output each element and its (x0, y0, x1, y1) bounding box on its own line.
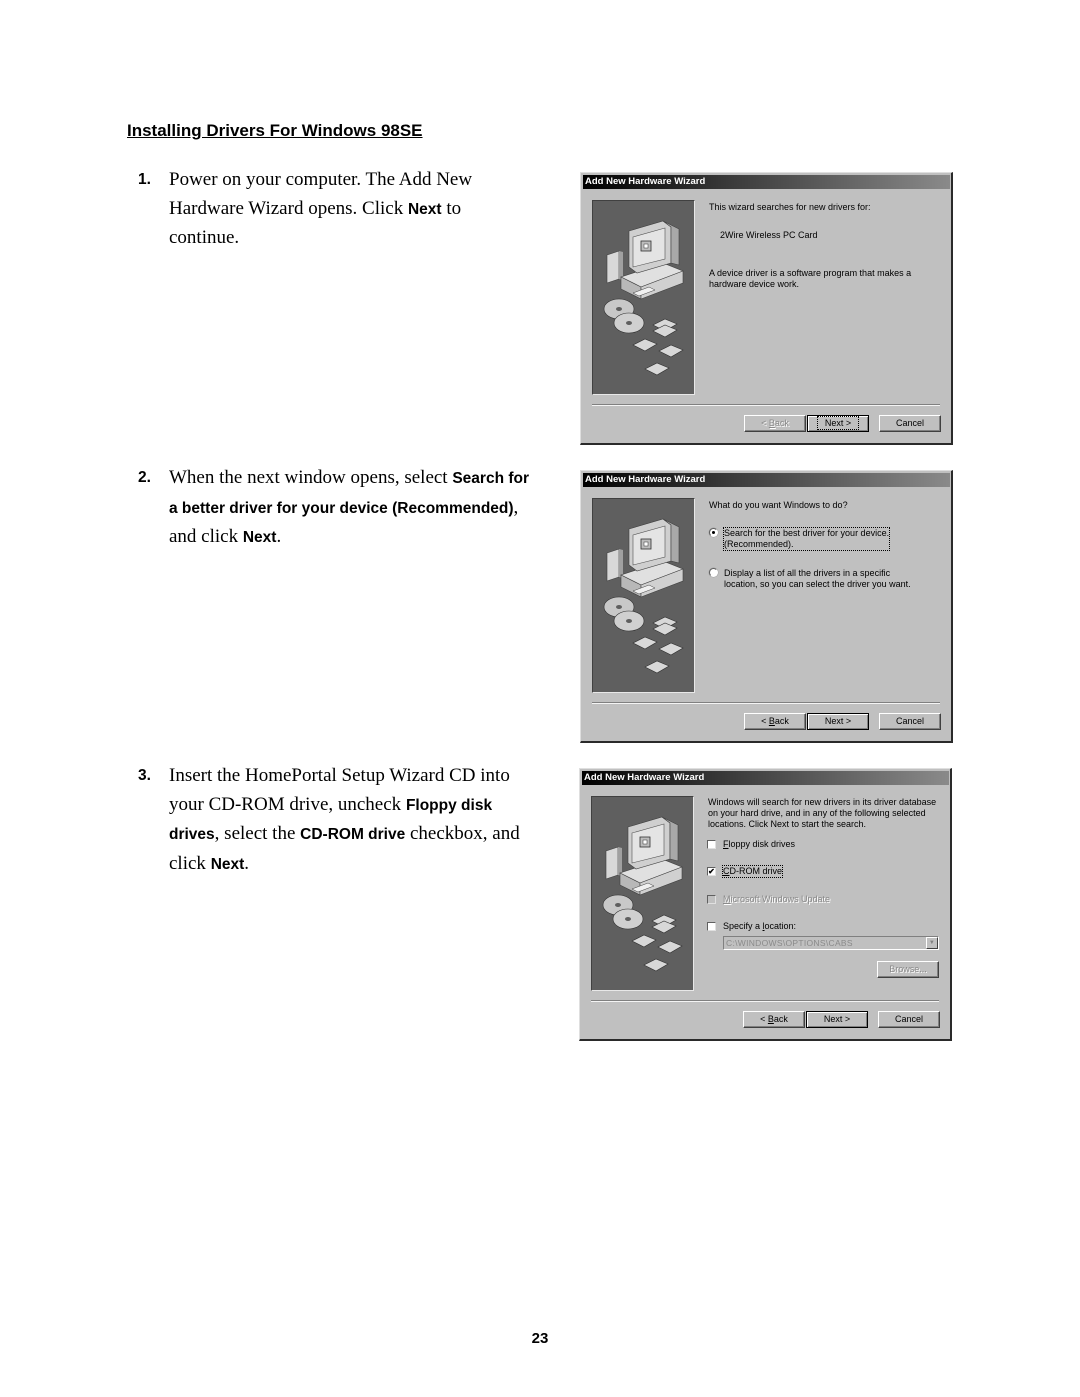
cdrom-text: D-ROM drive (729, 866, 783, 876)
step-1: 1. Power on your computer. The Add New H… (138, 166, 533, 253)
cd-discs-icon (603, 596, 645, 632)
wizard-dialog-2: Add New Hardware Wizard What do you want… (580, 470, 953, 743)
computer-icon (605, 816, 683, 896)
body-text: . (244, 852, 250, 874)
wizard-dialog-3: Add New Hardware Wizard Windows will sea… (579, 768, 952, 1041)
dialog-title-bar: Add New Hardware Wizard (583, 175, 950, 189)
section-heading: Installing Drivers For Windows 98SE (127, 121, 423, 140)
divider (592, 702, 940, 704)
wizard-illustration (602, 816, 683, 972)
cd-discs-icon (602, 894, 644, 930)
option-search-label[interactable]: Search for the best driver for your devi… (722, 527, 891, 551)
option-list-line-2: location, so you can select the driver y… (724, 579, 911, 589)
back-label-prefix: < (761, 716, 769, 726)
emphasis-text: Next (242, 529, 277, 546)
browse-button[interactable]: Browse... (877, 961, 939, 978)
cancel-button[interactable]: Cancel (879, 713, 941, 730)
description-text: A device driver is a software program th… (709, 268, 912, 289)
next-label: Next > (816, 416, 860, 430)
cancel-button[interactable]: Cancel (879, 415, 941, 432)
update-accel: M (723, 894, 731, 904)
next-button[interactable]: Next > (807, 713, 869, 730)
emphasis-text: CD-ROM drive (300, 826, 406, 843)
update-text: icrosoft Windows Update (730, 894, 831, 904)
dialog-title-bar: Add New Hardware Wizard (583, 473, 950, 487)
emphasis-text: Next (407, 200, 442, 218)
step-text: When the next window opens, select Searc… (169, 464, 533, 553)
info-line-3: locations. Click Next to start the searc… (708, 819, 867, 829)
cd-discs-icon (603, 298, 645, 334)
back-button[interactable]: < Back (743, 1011, 805, 1028)
back-button[interactable]: < Back (744, 415, 806, 432)
cdrom-checkbox[interactable]: ✔ (707, 867, 716, 876)
body-text: . (276, 526, 282, 547)
intro-text: This wizard searches for new drivers for… (709, 202, 871, 212)
floppy-label[interactable]: Floppy disk drives (723, 839, 795, 850)
specify-location-checkbox[interactable] (707, 922, 716, 931)
back-label-suffix: ack (774, 418, 789, 428)
computer-icon (606, 518, 684, 598)
back-button[interactable]: < Back (744, 713, 806, 730)
location-value: C:\WINDOWS\OPTIONS\CABS (726, 938, 853, 948)
device-name: 2Wire Wireless PC Card (720, 230, 818, 240)
page-number: 23 (531, 1330, 549, 1347)
body-text: When the next window opens, select (169, 467, 453, 488)
location-text-pre: Specify a (723, 921, 763, 931)
info-line-2: on your hard drive, and in any of the fo… (708, 808, 926, 818)
location-combobox[interactable]: C:\WINDOWS\OPTIONS\CABS ▼ (723, 936, 939, 950)
question-text: What do you want Windows to do? (709, 500, 848, 510)
step-number: 3. (138, 767, 151, 784)
computer-icon (606, 220, 684, 300)
cdrom-label[interactable]: CD-ROM drive (721, 865, 784, 878)
option-list-line-1: Display a list of all the drivers in a s… (724, 568, 891, 578)
radio-display-list[interactable] (709, 568, 718, 577)
wizard-illustration (603, 518, 684, 674)
divider (591, 1000, 939, 1002)
windows-update-label: Microsoft Windows Update (723, 894, 830, 905)
step-text: Insert the HomePortal Setup Wizard CD in… (169, 762, 533, 879)
radio-search-best-driver[interactable] (709, 528, 718, 537)
step-3: 3. Insert the HomePortal Setup Wizard CD… (138, 762, 533, 879)
wizard-art-panel (592, 498, 695, 693)
step-number: 1. (138, 171, 151, 188)
divider (592, 404, 940, 406)
back-label-prefix: < (761, 418, 769, 428)
body-text: , select the (214, 823, 301, 844)
back-label-prefix: < (760, 1014, 768, 1024)
windows-update-checkbox[interactable] (707, 895, 716, 904)
wizard-art-panel (592, 200, 695, 395)
check-icon: ✔ (708, 867, 715, 876)
dropdown-arrow-icon[interactable]: ▼ (926, 937, 938, 949)
dialog-title-bar: Add New Hardware Wizard (582, 771, 949, 785)
info-line-1: Windows will search for new drivers in i… (708, 797, 937, 807)
wizard-dialog-1: Add New Hardware Wizard This wizard sear… (580, 172, 953, 445)
step-number: 2. (138, 469, 151, 486)
cancel-button[interactable]: Cancel (878, 1011, 940, 1028)
back-label-suffix: ack (773, 1014, 788, 1024)
emphasis-text: Next (210, 855, 245, 873)
step-text: Power on your computer. The Add New Hard… (169, 166, 533, 253)
wizard-art-panel (591, 796, 694, 991)
floppy-checkbox[interactable] (707, 840, 716, 849)
option-search-line-1: Search for the best driver for your devi… (724, 528, 890, 538)
floppy-text: loppy disk drives (728, 839, 796, 849)
back-label-suffix: ack (774, 716, 789, 726)
step-2: 2. When the next window opens, select Se… (138, 464, 533, 553)
wizard-illustration (603, 220, 684, 376)
option-search-line-2: (Recommended). (724, 539, 794, 549)
option-list-label[interactable]: Display a list of all the drivers in a s… (724, 568, 911, 590)
next-button[interactable]: Next > (806, 1011, 868, 1028)
specify-location-label[interactable]: Specify a location: (723, 921, 796, 932)
location-text-post: ocation: (764, 921, 797, 931)
info-text: Windows will search for new drivers in i… (708, 797, 936, 830)
next-button[interactable]: Next > (807, 415, 869, 432)
